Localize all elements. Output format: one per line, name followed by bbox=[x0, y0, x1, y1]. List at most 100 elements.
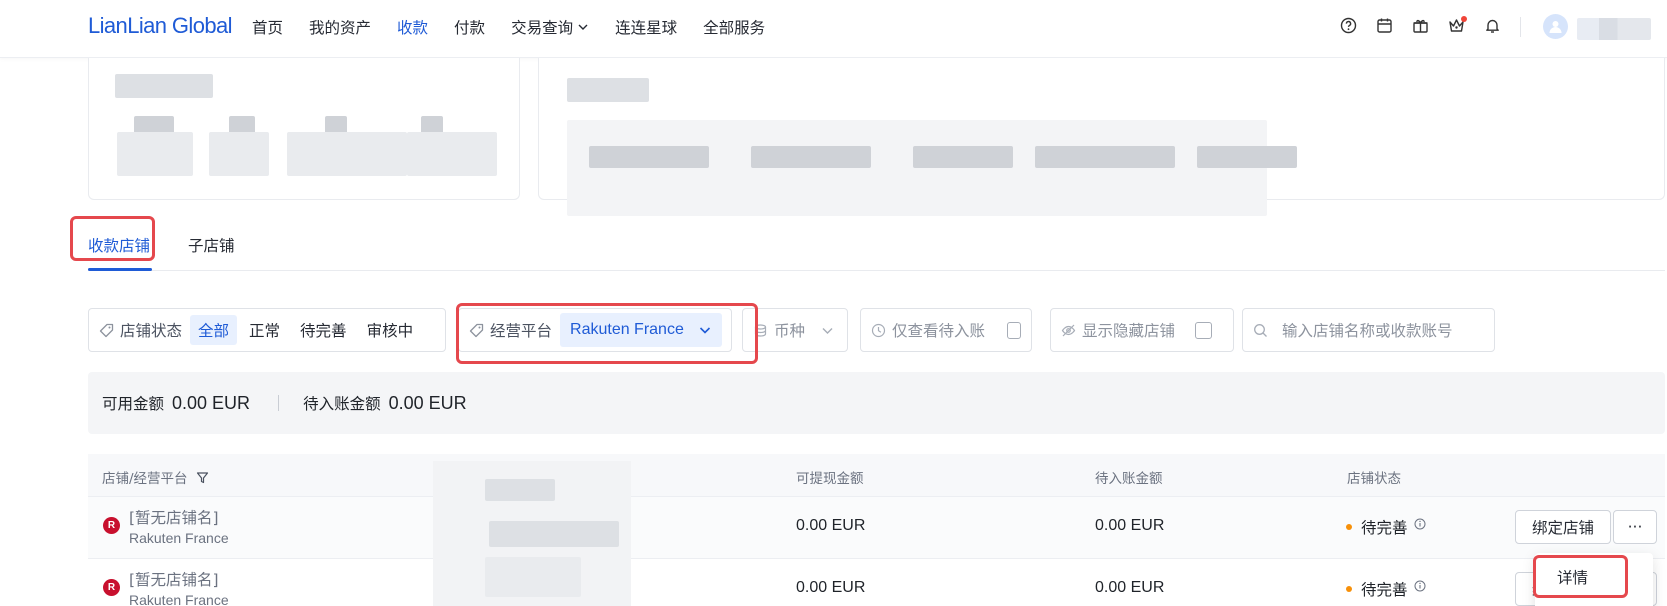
header-tools bbox=[1330, 16, 1510, 37]
store-status-filter: 店铺状态 全部 正常 待完善 审核中 bbox=[88, 308, 446, 352]
quick-link-redacted[interactable] bbox=[913, 146, 1013, 168]
redacted-store-info bbox=[433, 461, 631, 606]
search-input-placeholder[interactable]: 输入店铺名称或收款账号 bbox=[1282, 319, 1453, 341]
quick-access-title-redacted bbox=[565, 63, 665, 79]
withdrawable-amount: 0.00 EUR bbox=[796, 517, 866, 534]
nav-item-receive[interactable]: 收款 bbox=[397, 16, 428, 38]
table-row[interactable]: R [暂无店铺名] Rakuten France 0.00 EUR 0.00 E… bbox=[88, 559, 1665, 606]
info-icon[interactable] bbox=[1414, 580, 1426, 592]
chevron-down-icon bbox=[577, 21, 589, 33]
store-platform: Rakuten France bbox=[129, 530, 229, 546]
info-icon[interactable] bbox=[1414, 518, 1426, 530]
rakuten-badge-icon: R bbox=[103, 517, 120, 534]
redacted-block bbox=[287, 132, 407, 176]
eye-off-icon bbox=[1061, 323, 1076, 338]
redacted-block bbox=[117, 132, 193, 176]
table-row[interactable]: R [暂无店铺名] Rakuten France 0.00 EUR 0.00 E… bbox=[88, 497, 1665, 559]
status-text: 待完善 bbox=[1361, 519, 1408, 537]
show-hidden-label: 显示隐藏店铺 bbox=[1082, 322, 1176, 340]
username-redacted[interactable] bbox=[1577, 18, 1651, 40]
more-actions-button[interactable]: ··· bbox=[1613, 510, 1657, 544]
pending-amount: 0.00 EUR bbox=[1095, 579, 1165, 596]
rakuten-badge-icon: R bbox=[103, 579, 120, 596]
header-divider bbox=[1520, 17, 1521, 37]
notification-dot bbox=[1461, 16, 1467, 22]
quick-link-redacted[interactable] bbox=[751, 146, 871, 168]
avatar[interactable] bbox=[1543, 14, 1568, 39]
currency-filter[interactable]: 币种 bbox=[742, 308, 848, 352]
available-amount-value: 0.00 EUR bbox=[172, 392, 251, 413]
column-header-status: 店铺状态 bbox=[1347, 471, 1401, 487]
store-name[interactable]: [暂无店铺名] bbox=[129, 506, 219, 528]
redacted-block bbox=[489, 521, 619, 547]
nav-item-home[interactable]: 首页 bbox=[252, 16, 283, 38]
column-header-store: 店铺/经营平台 bbox=[102, 467, 209, 487]
calendar-icon[interactable] bbox=[1366, 17, 1402, 37]
quick-link-redacted[interactable] bbox=[589, 146, 709, 168]
lianlian-global-logo[interactable]: LianLian Global bbox=[88, 13, 233, 39]
platform-select[interactable]: Rakuten France bbox=[560, 313, 722, 347]
pending-amount: 0.00 EUR bbox=[1095, 517, 1165, 534]
withdrawable-amount: 0.00 EUR bbox=[796, 579, 866, 596]
status-dot bbox=[1346, 586, 1352, 592]
nav-item-my-assets[interactable]: 我的资产 bbox=[309, 16, 371, 38]
search-icon bbox=[1253, 323, 1268, 338]
chevron-down-icon bbox=[821, 324, 834, 337]
nav-item-all-services[interactable]: 全部服务 bbox=[703, 16, 765, 38]
store-status-options: 全部 正常 待完善 审核中 bbox=[190, 315, 425, 345]
collection-overview-card bbox=[88, 58, 520, 200]
nav-item-transactions-label: 交易查询 bbox=[511, 19, 574, 37]
filter-funnel-icon[interactable] bbox=[196, 471, 209, 484]
nav-item-transactions[interactable]: 交易查询 bbox=[511, 16, 589, 38]
coins-icon bbox=[753, 323, 768, 338]
show-hidden-checkbox[interactable] bbox=[1195, 321, 1213, 339]
available-amount-label: 可用金额 bbox=[102, 395, 165, 413]
store-name[interactable]: [暂无店铺名] bbox=[129, 568, 219, 590]
pending-only-checkbox[interactable] bbox=[1007, 321, 1021, 339]
quick-access-card bbox=[538, 58, 1665, 216]
status-option-all[interactable]: 全部 bbox=[190, 315, 238, 345]
redacted-block bbox=[115, 74, 213, 98]
pending-only-label: 仅查看待入账 bbox=[892, 322, 986, 340]
top-navigation-bar: LianLian Global 首页 我的资产 收款 付款 交易查询 连连星球 … bbox=[0, 0, 1667, 58]
show-hidden-filter[interactable]: 显示隐藏店铺 bbox=[1050, 308, 1234, 352]
redacted-block bbox=[407, 132, 497, 176]
redacted-block bbox=[485, 479, 555, 501]
redacted-block bbox=[485, 557, 581, 597]
tag-icon bbox=[469, 323, 484, 338]
main-nav: 首页 我的资产 收款 付款 交易查询 连连星球 全部服务 bbox=[252, 0, 791, 54]
platform-filter: 经营平台 Rakuten France bbox=[458, 308, 732, 352]
tab-sub-stores[interactable]: 子店铺 bbox=[188, 234, 235, 256]
menu-item-details[interactable]: 详情 bbox=[1557, 566, 1588, 588]
status-dot bbox=[1346, 524, 1352, 530]
nav-item-pay[interactable]: 付款 bbox=[454, 16, 485, 38]
status-option-reviewing[interactable]: 审核中 bbox=[359, 315, 422, 345]
balance-summary: 可用金额 0.00 EUR 待入账金额 0.00 EUR bbox=[88, 372, 1665, 434]
redacted-block bbox=[209, 132, 269, 176]
nav-item-lianlian-planet[interactable]: 连连星球 bbox=[615, 16, 677, 38]
redacted-block bbox=[567, 78, 649, 102]
platform-label: 经营平台 bbox=[490, 322, 553, 340]
status-option-normal[interactable]: 正常 bbox=[241, 315, 288, 345]
pending-amount-label: 待入账金额 bbox=[303, 395, 381, 413]
pending-amount-value: 0.00 EUR bbox=[388, 392, 467, 413]
more-actions-menu: 详情 bbox=[1535, 553, 1653, 606]
store-search[interactable]: 输入店铺名称或收款账号 bbox=[1242, 308, 1495, 352]
status-badge: 待完善 bbox=[1346, 516, 1426, 538]
store-table-header: 店铺/经营平台 可提现金额 待入账金额 店铺状态 bbox=[88, 454, 1665, 497]
column-header-pending: 待入账金额 bbox=[1095, 471, 1163, 487]
bind-store-button[interactable]: 绑定店铺 bbox=[1515, 510, 1611, 544]
quick-link-redacted[interactable] bbox=[1197, 146, 1297, 168]
platform-select-value: Rakuten France bbox=[570, 321, 684, 338]
quick-link-redacted[interactable] bbox=[1035, 146, 1175, 168]
tab-collection-stores[interactable]: 收款店铺 bbox=[88, 234, 150, 256]
pending-only-filter[interactable]: 仅查看待入账 bbox=[860, 308, 1032, 352]
gift-icon[interactable] bbox=[1402, 17, 1438, 37]
crown-icon[interactable] bbox=[1438, 16, 1474, 37]
currency-label: 币种 bbox=[774, 322, 806, 340]
status-badge: 待完善 bbox=[1346, 578, 1426, 600]
help-icon[interactable] bbox=[1330, 17, 1366, 37]
column-header-store-label: 店铺/经营平台 bbox=[102, 471, 188, 487]
status-option-incomplete[interactable]: 待完善 bbox=[292, 315, 355, 345]
bell-icon[interactable] bbox=[1474, 17, 1510, 37]
